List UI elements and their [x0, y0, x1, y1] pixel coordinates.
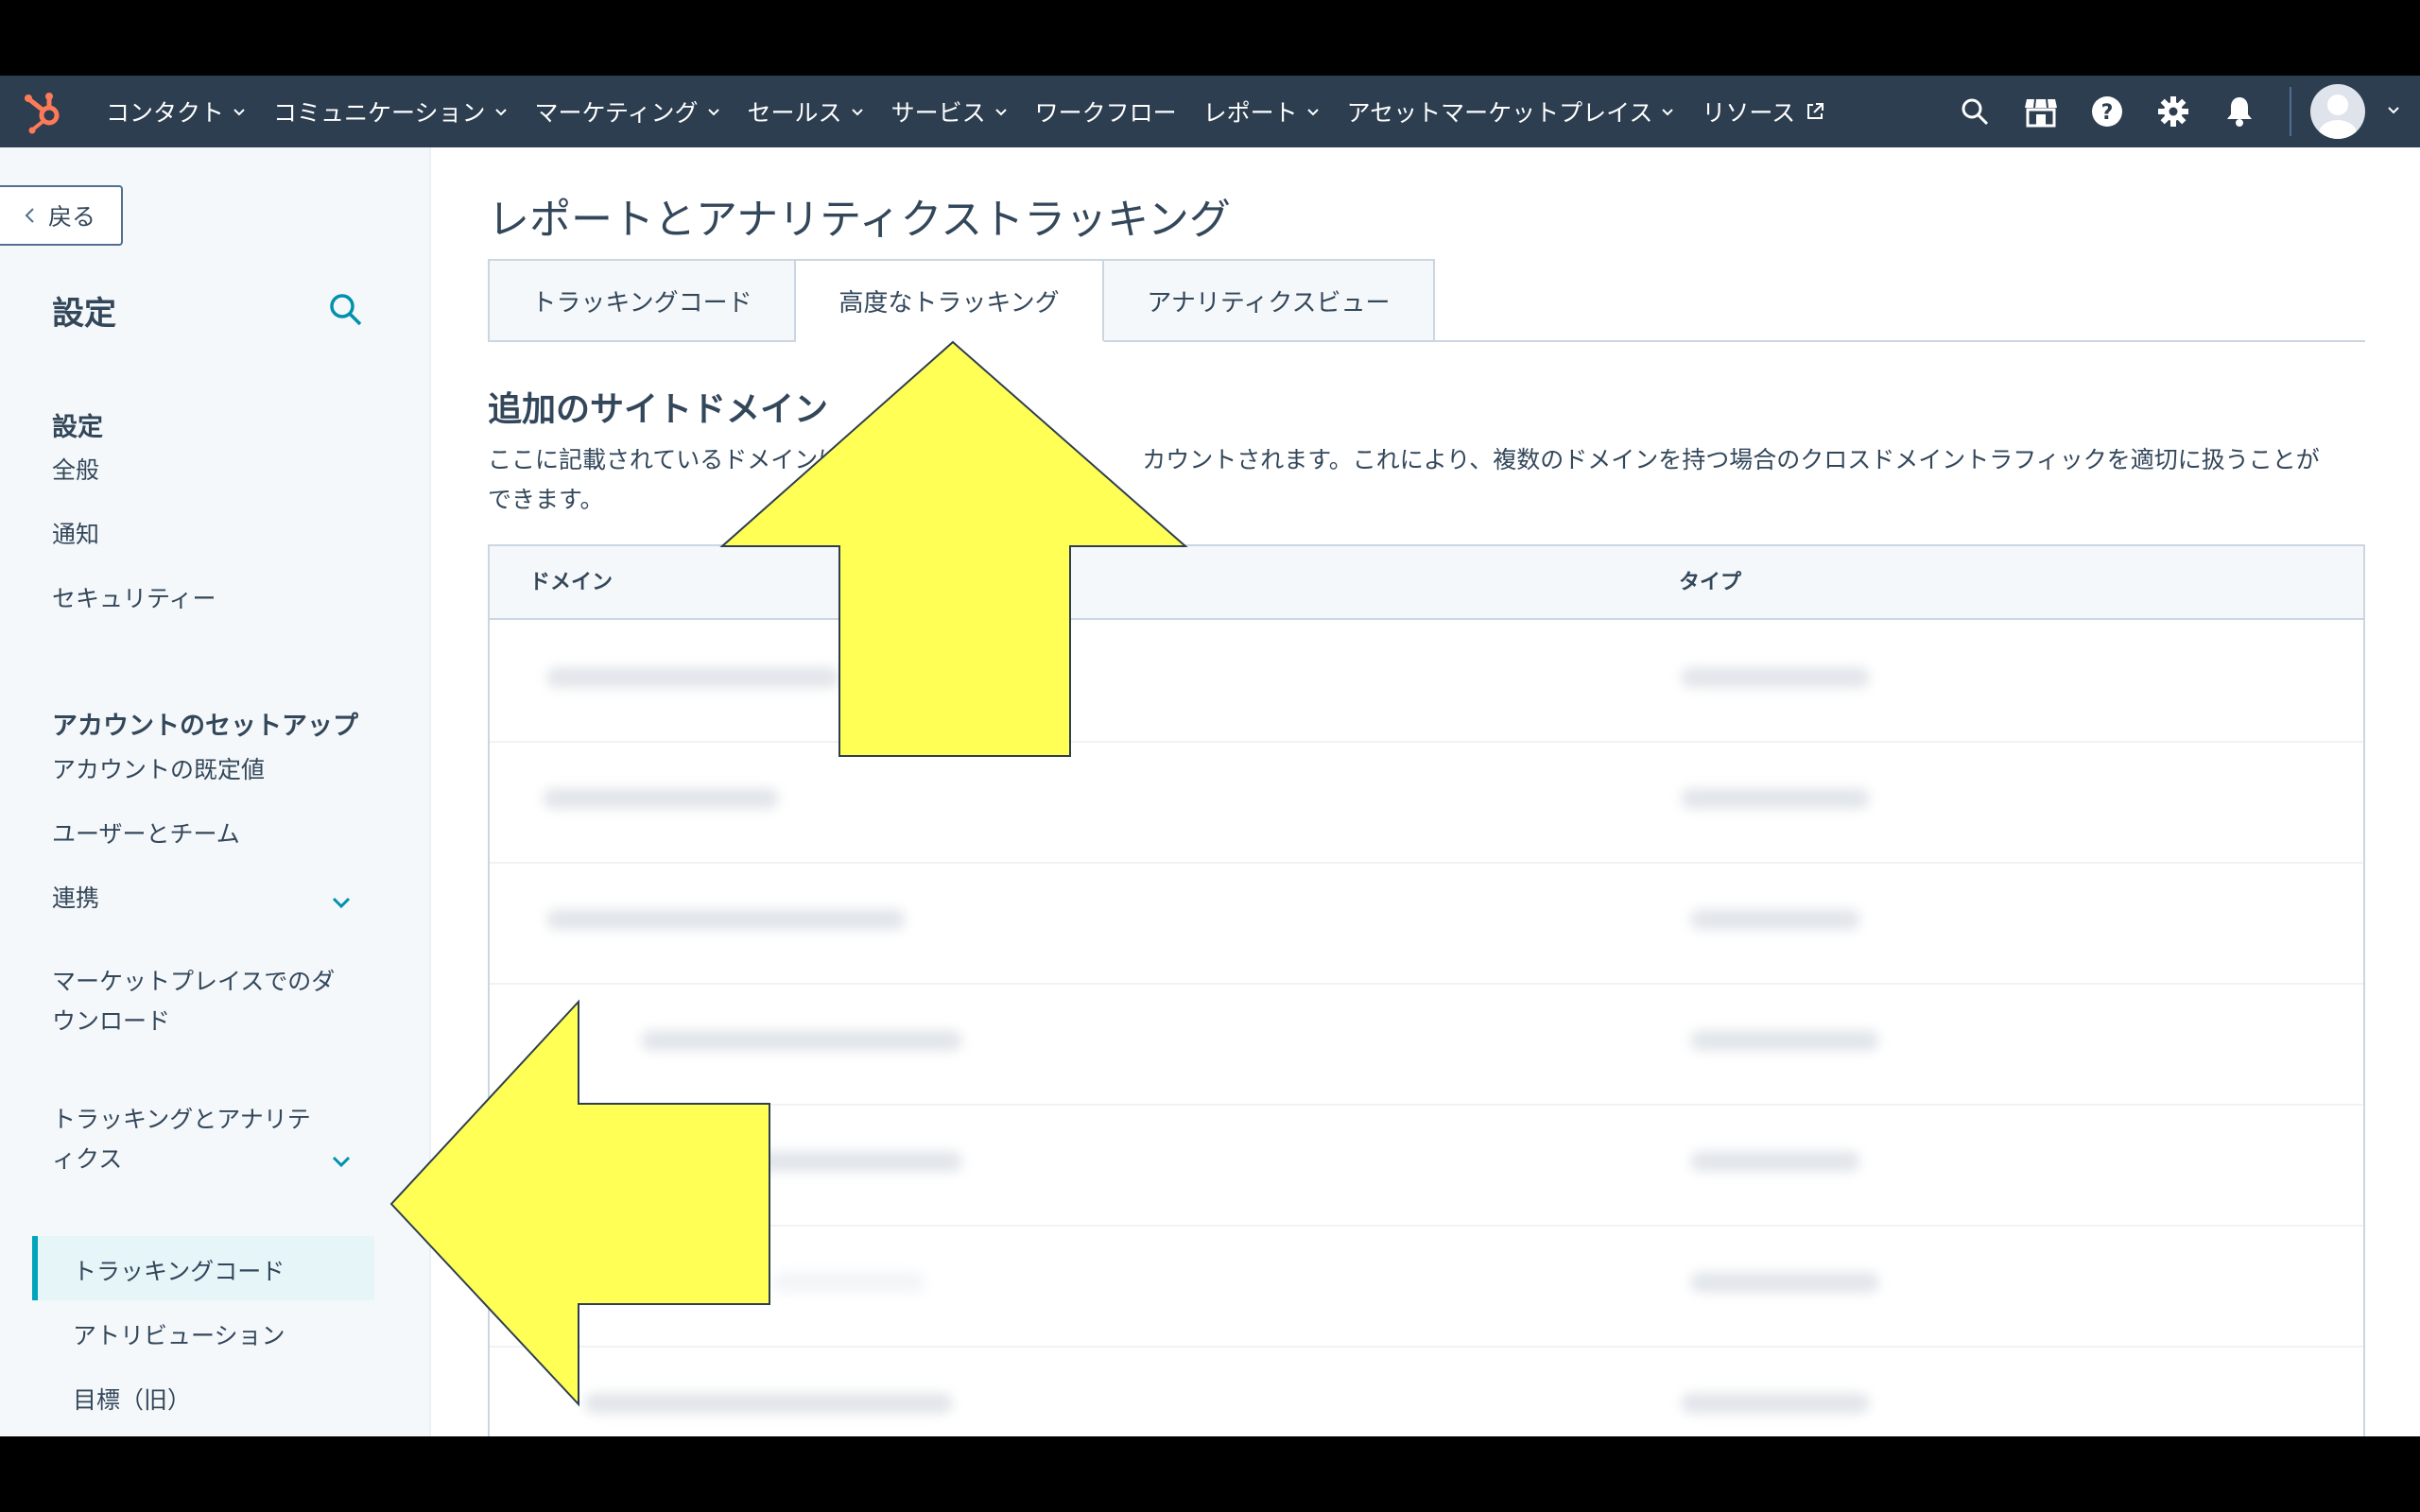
table-row[interactable] [490, 743, 2363, 864]
annotation-arrow-up [719, 340, 1188, 757]
sidebar-item-marketplace-line2: ウンロード [52, 1007, 171, 1035]
nav-asset-marketplace-label: アセットマーケットプレイス [1346, 99, 1653, 127]
nav-service-label: サービス [890, 99, 986, 127]
chevron-down-icon [1662, 109, 1674, 116]
page-title: レポートとアナリティクストラッキング [488, 196, 1231, 244]
nav-conversations[interactable]: コミュニケーション [273, 94, 509, 129]
redacted-type [1681, 788, 1870, 809]
external-link-icon [1807, 103, 1824, 119]
nav-workflows[interactable]: ワークフロー [1035, 94, 1177, 129]
redacted-type [1690, 1030, 1879, 1051]
back-button-label: 戻る [47, 203, 95, 231]
sidebar-item-tracking-line2: ィクス [52, 1145, 123, 1173]
app-screen: コンタクト コミュニケーション マーケティング セールス サービス ワークフロー… [0, 76, 2420, 1436]
marketplace-icon[interactable] [2024, 94, 2058, 129]
chevron-down-icon [1306, 109, 1319, 116]
search-icon[interactable] [327, 291, 363, 327]
nav-reports[interactable]: レポート [1203, 94, 1321, 129]
column-header-domain: ドメイン [529, 571, 614, 594]
redacted-domain [754, 1151, 962, 1172]
tab-analytics-views[interactable]: アナリティクスビュー [1104, 259, 1435, 342]
sidebar-item-account-defaults[interactable]: アカウントの既定値 [52, 750, 265, 790]
redacted-type [1690, 1151, 1860, 1172]
redacted-domain [546, 909, 906, 930]
nav-resources-label: リソース [1702, 99, 1796, 127]
nav-marketing[interactable]: マーケティング [535, 94, 721, 129]
sidebar-item-tracking-line1: トラッキングとアナリテ [52, 1106, 311, 1133]
redacted-type [1681, 1393, 1870, 1414]
nav-service[interactable]: サービス [891, 94, 1009, 129]
sidebar-item-marketplace-line1: マーケットプレイスでのダ [52, 968, 336, 995]
account-menu-chevron-icon[interactable] [2386, 102, 2401, 121]
nav-workflows-label: ワークフロー [1034, 99, 1177, 127]
tab-tracking-code[interactable]: トラッキングコード [488, 259, 796, 342]
chevron-down-icon [233, 109, 245, 116]
svg-text:?: ? [2101, 101, 2114, 125]
search-icon[interactable] [1958, 94, 1992, 129]
hubspot-logo-icon[interactable] [21, 89, 66, 134]
nav-marketing-label: マーケティング [534, 99, 699, 127]
chevron-down-icon[interactable] [329, 1149, 354, 1174]
redacted-type [1681, 667, 1870, 688]
nav-sales[interactable]: セールス [748, 94, 865, 129]
sidebar-item-marketplace-downloads[interactable]: マーケットプレイスでのダ ウンロード [52, 962, 335, 1041]
sidebar-subitem-attribution[interactable]: アトリビューション [73, 1317, 285, 1351]
chevron-left-icon [25, 208, 34, 223]
sidebar-section-account-setup: アカウントのセットアップ [52, 712, 358, 741]
redacted-domain [773, 1272, 925, 1293]
settings-gear-icon[interactable] [2156, 94, 2190, 129]
redacted-type [1690, 1272, 1879, 1293]
sidebar-item-security[interactable]: セキュリティー [52, 579, 216, 619]
nav-contacts[interactable]: コンタクト [106, 94, 247, 129]
sidebar-title: 設定 [52, 295, 116, 333]
nav-contacts-label: コンタクト [106, 99, 225, 127]
chevron-down-icon [494, 109, 507, 116]
nav-conversations-label: コミュニケーション [273, 99, 486, 127]
user-avatar[interactable] [2310, 84, 2365, 139]
tab-bar: トラッキングコード 高度なトラッキング アナリティクスビュー [488, 259, 1435, 342]
nav-reports-label: レポート [1202, 99, 1298, 127]
tab-advanced-tracking[interactable]: 高度なトラッキング [796, 259, 1104, 342]
sidebar-section-settings: 設定 [52, 413, 103, 442]
chevron-down-icon [851, 109, 863, 116]
sidebar-subitem-goals-old[interactable]: 目標（旧） [73, 1382, 191, 1416]
column-header-type: タイプ [1679, 571, 1742, 594]
annotation-arrow-left [389, 999, 770, 1407]
settings-sidebar: 戻る 設定 設定 全般 通知 セキュリティー アカウントのセットアップ アカウン… [0, 147, 431, 1436]
sidebar-subitem-tracking-code[interactable]: トラッキングコード [73, 1253, 285, 1287]
nav-asset-marketplace[interactable]: アセットマーケットプレイス [1347, 94, 1676, 129]
chevron-down-icon [707, 109, 719, 116]
top-navigation: コンタクト コミュニケーション マーケティング セールス サービス ワークフロー… [0, 76, 2420, 147]
nav-divider [2290, 87, 2291, 136]
chevron-down-icon[interactable] [329, 890, 354, 915]
nav-resources[interactable]: リソース [1702, 94, 1825, 129]
sidebar-item-users-teams[interactable]: ユーザーとチーム [52, 815, 240, 854]
sidebar-item-tracking-analytics[interactable]: トラッキングとアナリテ ィクス [52, 1100, 311, 1179]
sidebar-item-integrations[interactable]: 連携 [52, 879, 99, 919]
nav-utilities: ? [1942, 76, 2420, 147]
tab-underline [1435, 340, 2365, 342]
table-row[interactable] [490, 864, 2363, 985]
redacted-domain [543, 788, 779, 809]
back-button[interactable]: 戻る [0, 185, 123, 246]
help-icon[interactable]: ? [2090, 94, 2124, 129]
sidebar-item-notifications[interactable]: 通知 [52, 515, 99, 555]
chevron-down-icon [994, 109, 1007, 116]
nav-sales-label: セールス [747, 99, 842, 127]
sidebar-item-general[interactable]: 全般 [52, 451, 99, 490]
main-menu: コンタクト コミュニケーション マーケティング セールス サービス ワークフロー… [106, 76, 1852, 147]
redacted-type [1690, 909, 1860, 930]
notifications-bell-icon[interactable] [2222, 94, 2256, 129]
